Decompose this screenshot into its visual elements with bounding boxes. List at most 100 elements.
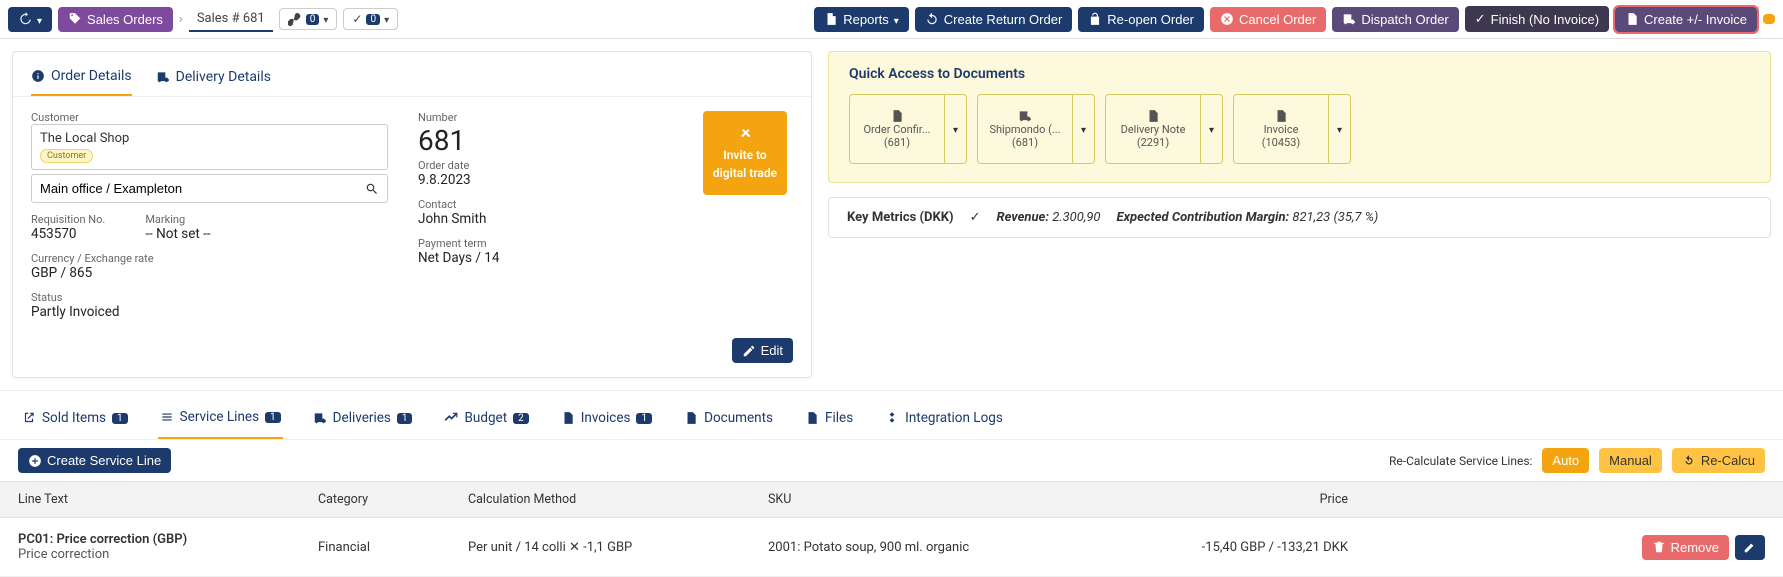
tag-icon: [68, 12, 82, 26]
line-title: PC01: Price correction (GBP): [18, 532, 318, 547]
col-sku: SKU: [768, 492, 1118, 507]
document-icon: [890, 109, 904, 123]
recalc-auto-button[interactable]: Auto: [1542, 448, 1589, 473]
top-toolbar: Sales Orders › Sales # 681 0 0 Reports C…: [0, 0, 1783, 39]
link-count-pill[interactable]: 0: [279, 8, 338, 30]
qa-caret[interactable]: [1329, 94, 1351, 164]
pencil-icon: [1743, 540, 1757, 554]
currency-value: GBP / 865: [31, 265, 388, 281]
customer-label: Customer: [31, 111, 388, 124]
qa-card-delivery-note[interactable]: Delivery Note (2291): [1105, 94, 1201, 164]
breadcrumb-current[interactable]: Sales # 681: [189, 7, 273, 32]
margin-label: Expected Contribution Margin:: [1117, 210, 1290, 225]
plug-icon: [885, 411, 899, 425]
refresh-icon: [1682, 454, 1696, 468]
sales-orders-button[interactable]: Sales Orders: [58, 7, 173, 32]
reopen-button[interactable]: Re-open Order: [1078, 7, 1204, 32]
tab-documents[interactable]: Documents: [682, 401, 775, 439]
create-service-line-button[interactable]: Create Service Line: [18, 448, 171, 473]
orderdate-value: 9.8.2023: [418, 172, 673, 188]
qa-caret[interactable]: [1073, 94, 1095, 164]
history-button[interactable]: [8, 7, 52, 32]
return-icon: [925, 12, 939, 26]
recalculate-button[interactable]: Re-Calcu: [1672, 448, 1765, 473]
document-icon: [1274, 109, 1288, 123]
caret-down-icon: [953, 122, 958, 137]
caret-down-icon: [894, 12, 899, 27]
contact-value: John Smith: [418, 211, 673, 227]
payment-value: Net Days / 14: [418, 250, 673, 266]
handshake-icon: [733, 126, 757, 144]
breadcrumb-sep: ›: [179, 12, 183, 27]
payment-label: Payment term: [418, 237, 673, 250]
metrics-bar: Key Metrics (DKK) Revenue: 2.300,90 Expe…: [828, 197, 1771, 238]
recalc-manual-button[interactable]: Manual: [1599, 448, 1662, 473]
tab-sold-items[interactable]: Sold Items1: [20, 401, 130, 439]
main-area: Order Details Delivery Details Customer …: [0, 39, 1783, 390]
customer-box[interactable]: The Local Shop Customer: [31, 124, 388, 170]
caret-down-icon: [384, 12, 389, 26]
overflow-button[interactable]: [1763, 14, 1775, 24]
truck-icon: [156, 70, 170, 84]
req-label: Requisition No.: [31, 213, 105, 226]
finish-button[interactable]: Finish (No Invoice): [1465, 6, 1609, 32]
tab-delivery-details[interactable]: Delivery Details: [156, 62, 271, 96]
tab-budget[interactable]: Budget2: [442, 401, 530, 439]
document-icon: [684, 411, 698, 425]
number-value: 681: [418, 124, 673, 157]
customer-badge: Customer: [40, 149, 93, 163]
location-input[interactable]: [40, 181, 365, 196]
tab-invoices[interactable]: Invoices1: [559, 401, 654, 439]
recalc-label: Re-Calculate Service Lines:: [1389, 454, 1532, 468]
qa-card-shipmondo[interactable]: Shipmondo (... (681): [977, 94, 1073, 164]
create-invoice-button[interactable]: Create +/- Invoice: [1615, 7, 1757, 32]
tab-order-details[interactable]: Order Details: [31, 62, 132, 96]
caret-down-icon: [323, 12, 328, 26]
table-row: PC01: Price correction (GBP) Price corre…: [0, 518, 1783, 577]
qa-caret[interactable]: [1201, 94, 1223, 164]
document-icon: [1625, 12, 1639, 26]
tab-service-lines[interactable]: Service Lines1: [158, 401, 283, 439]
edit-button[interactable]: Edit: [732, 338, 793, 363]
check-icon: [352, 12, 362, 26]
file-icon: [805, 411, 819, 425]
truck-icon: [1342, 12, 1356, 26]
line-sku: 2001: Potato soup, 900 ml. organic: [768, 540, 1118, 555]
edit-line-button[interactable]: [1735, 535, 1765, 560]
qa-card-order-confirmation[interactable]: Order Confir... (681): [849, 94, 945, 164]
caret-down-icon: [1081, 122, 1086, 137]
invite-button[interactable]: Invite to digital trade: [703, 111, 787, 195]
tab-integration-logs[interactable]: Integration Logs: [883, 401, 1005, 439]
trash-icon: [1652, 540, 1666, 554]
tab-files[interactable]: Files: [803, 401, 855, 439]
tab-deliveries[interactable]: Deliveries1: [311, 401, 415, 439]
qa-caret[interactable]: [945, 94, 967, 164]
revenue-label: Revenue:: [997, 210, 1049, 225]
truck-icon: [1018, 109, 1032, 123]
create-return-button[interactable]: Create Return Order: [915, 7, 1073, 32]
revenue-value: 2.300,90: [1052, 210, 1100, 225]
service-lines-actions: Create Service Line Re-Calculate Service…: [0, 440, 1783, 481]
arrow-out-icon: [22, 411, 36, 425]
col-category: Category: [318, 492, 468, 507]
currency-label: Currency / Exchange rate: [31, 252, 388, 265]
qa-card-invoice[interactable]: Invoice (10453): [1233, 94, 1329, 164]
truck-icon: [313, 411, 327, 425]
check-count-pill[interactable]: 0: [343, 8, 398, 30]
quick-access-title: Quick Access to Documents: [849, 66, 1750, 82]
document-icon: [824, 12, 838, 26]
reports-button[interactable]: Reports: [814, 7, 909, 32]
line-sub: Price correction: [18, 547, 318, 562]
margin-value: 821,23 (35,7 %): [1292, 210, 1378, 225]
sales-orders-label: Sales Orders: [87, 12, 163, 27]
order-panel: Order Details Delivery Details Customer …: [12, 51, 812, 378]
orderdate-label: Order date: [418, 159, 673, 172]
contact-label: Contact: [418, 198, 673, 211]
dispatch-button[interactable]: Dispatch Order: [1332, 7, 1458, 32]
location-search[interactable]: [31, 174, 388, 203]
status-value: Partly Invoiced: [31, 304, 388, 320]
list-icon: [160, 410, 174, 424]
marking-value: -- Not set --: [145, 226, 210, 242]
remove-button[interactable]: Remove: [1642, 535, 1729, 560]
cancel-order-button[interactable]: Cancel Order: [1210, 7, 1326, 32]
